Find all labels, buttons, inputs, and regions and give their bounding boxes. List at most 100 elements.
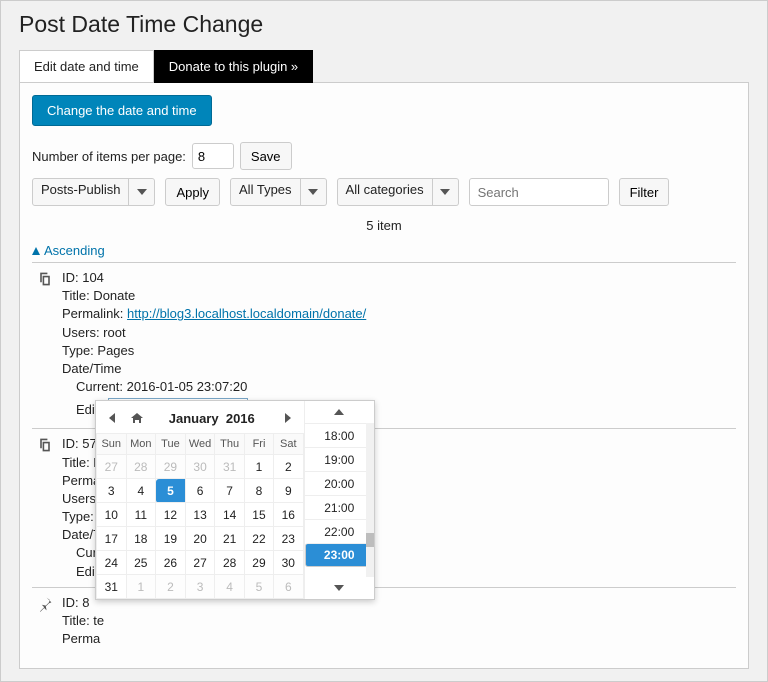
item-title: Title: Donate (62, 287, 736, 305)
calendar-day[interactable]: 28 (215, 551, 244, 575)
item-permalink-label: Permalink: (62, 306, 123, 321)
calendar-dow: Thu (215, 434, 244, 455)
time-option[interactable]: 20:00 (305, 471, 375, 495)
categories-select[interactable]: All categories (337, 178, 433, 206)
calendar-day[interactable]: 14 (215, 503, 244, 527)
time-option[interactable]: 21:00 (305, 495, 375, 519)
item-users: Users: root (62, 324, 736, 342)
calendar-day[interactable]: 6 (185, 479, 215, 503)
calendar-day[interactable]: 6 (274, 575, 303, 599)
calendar-day[interactable]: 22 (244, 527, 273, 551)
calendar-day[interactable]: 30 (185, 455, 215, 479)
calendar-day[interactable]: 27 (185, 551, 215, 575)
calendar-home-button[interactable] (126, 407, 148, 429)
copy-icon (37, 437, 53, 453)
calendar-day[interactable]: 4 (126, 479, 156, 503)
calendar-month: January (169, 411, 219, 426)
time-scrollbar[interactable] (366, 423, 374, 577)
calendar-dow: Sat (274, 434, 303, 455)
search-input[interactable] (469, 178, 609, 206)
copy-icon (37, 271, 53, 287)
calendar-dow: Sun (97, 434, 127, 455)
calendar-day[interactable]: 29 (156, 455, 186, 479)
item-permalink-row: Permalink: http://blog3.localhost.locald… (62, 305, 736, 323)
calendar-day[interactable]: 30 (274, 551, 303, 575)
calendar-dow: Fri (244, 434, 273, 455)
items-per-page-label: Number of items per page: (32, 149, 186, 164)
calendar-day[interactable]: 26 (156, 551, 186, 575)
calendar-day[interactable]: 16 (274, 503, 303, 527)
calendar-day[interactable]: 2 (156, 575, 186, 599)
pin-icon (37, 596, 53, 612)
save-button[interactable]: Save (240, 142, 292, 170)
categories-dropdown-icon[interactable] (433, 178, 459, 206)
post-status-select[interactable]: Posts-Publish (32, 178, 129, 206)
calendar-day[interactable]: 3 (97, 479, 127, 503)
item-permalink-trunc: Perma (62, 630, 736, 648)
sort-ascending-link[interactable]: Ascending (32, 239, 105, 262)
calendar-dow: Wed (185, 434, 215, 455)
calendar-day[interactable]: 9 (274, 479, 303, 503)
calendar-day[interactable]: 4 (215, 575, 244, 599)
calendar-dow: Mon (126, 434, 156, 455)
calendar-day[interactable]: 19 (156, 527, 186, 551)
calendar-title[interactable]: January 2016 (169, 411, 255, 426)
calendar-day[interactable]: 31 (215, 455, 244, 479)
post-types-select[interactable]: All Types (230, 178, 301, 206)
calendar-day[interactable]: 28 (126, 455, 156, 479)
calendar-day[interactable]: 24 (97, 551, 127, 575)
time-option[interactable]: 19:00 (305, 447, 375, 471)
calendar-day[interactable]: 13 (185, 503, 215, 527)
calendar-day[interactable]: 5 (244, 575, 273, 599)
item-current-value: 2016-01-05 23:07:20 (127, 379, 248, 394)
calendar-day[interactable]: 1 (126, 575, 156, 599)
calendar-day[interactable]: 25 (126, 551, 156, 575)
calendar-day[interactable]: 23 (274, 527, 303, 551)
time-option[interactable]: 23:00 (305, 543, 375, 567)
calendar-day[interactable]: 17 (97, 527, 127, 551)
filter-button[interactable]: Filter (619, 178, 670, 206)
calendar-grid: SunMonTueWedThuFriSat 272829303112345678… (96, 433, 304, 599)
calendar-day[interactable]: 7 (215, 479, 244, 503)
item-permalink-link[interactable]: http://blog3.localhost.localdomain/donat… (127, 306, 366, 321)
time-scrollbar-thumb[interactable] (366, 533, 374, 547)
calendar-day[interactable]: 2 (274, 455, 303, 479)
calendar-day[interactable]: 31 (97, 575, 127, 599)
sort-label: Ascending (44, 243, 105, 258)
time-option[interactable]: 18:00 (305, 423, 375, 447)
calendar-prev-button[interactable] (102, 407, 124, 429)
time-option[interactable]: 22:00 (305, 519, 375, 543)
item-id: ID: 104 (62, 269, 736, 287)
calendar-day[interactable]: 21 (215, 527, 244, 551)
item-title: Title: te (62, 612, 736, 630)
datetime-picker: January 2016 SunMonTueWedThuFriSat 27282… (95, 400, 375, 600)
calendar-day[interactable]: 8 (244, 479, 273, 503)
item-type: Type: Pages (62, 342, 736, 360)
calendar-next-button[interactable] (276, 407, 298, 429)
tab-edit[interactable]: Edit date and time (19, 50, 154, 83)
calendar-day[interactable]: 12 (156, 503, 186, 527)
post-status-dropdown-icon[interactable] (129, 178, 155, 206)
items-per-page-input[interactable] (192, 143, 234, 169)
tab-bar: Edit date and time Donate to this plugin… (19, 50, 749, 83)
tab-donate[interactable]: Donate to this plugin » (154, 50, 313, 83)
calendar-day[interactable]: 18 (126, 527, 156, 551)
calendar-year: 2016 (226, 411, 255, 426)
time-up-button[interactable] (305, 401, 375, 423)
calendar-day[interactable]: 5 (156, 479, 186, 503)
calendar-day[interactable]: 20 (185, 527, 215, 551)
calendar-day[interactable]: 1 (244, 455, 273, 479)
change-datetime-button[interactable]: Change the date and time (32, 95, 212, 126)
calendar-dow: Tue (156, 434, 186, 455)
calendar-day[interactable]: 3 (185, 575, 215, 599)
triangle-up-icon (32, 247, 40, 255)
apply-button[interactable]: Apply (165, 178, 220, 206)
page-title: Post Date Time Change (19, 11, 749, 38)
calendar-day[interactable]: 29 (244, 551, 273, 575)
calendar-day[interactable]: 15 (244, 503, 273, 527)
calendar-day[interactable]: 11 (126, 503, 156, 527)
calendar-day[interactable]: 10 (97, 503, 127, 527)
post-types-dropdown-icon[interactable] (301, 178, 327, 206)
calendar-day[interactable]: 27 (97, 455, 127, 479)
item-count: 5 item (32, 218, 736, 233)
